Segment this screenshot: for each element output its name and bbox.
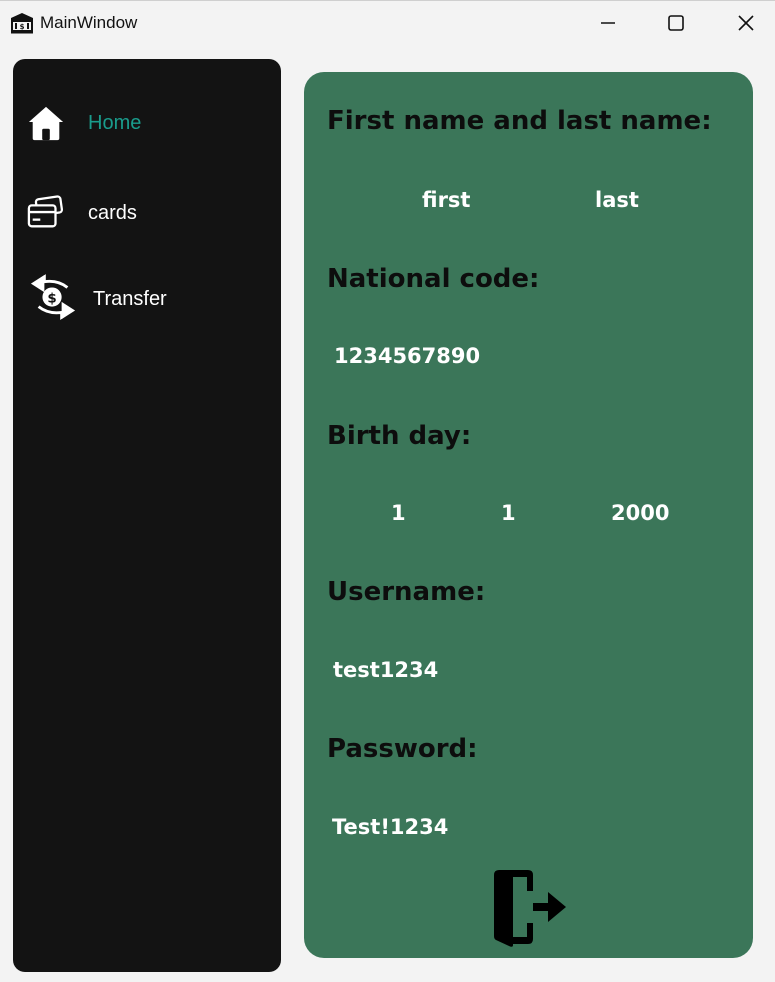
close-icon[interactable]: [734, 11, 758, 35]
maximize-icon[interactable]: [664, 11, 688, 35]
sidebar-item-label: cards: [88, 202, 137, 224]
svg-text:$: $: [47, 291, 56, 306]
home-icon: [28, 106, 64, 141]
sidebar-item-cards[interactable]: cards: [27, 190, 267, 234]
minimize-icon[interactable]: [596, 11, 620, 35]
password-label: Password:: [327, 734, 478, 764]
birth-year-value: 2000: [611, 501, 670, 525]
birth-month-value: 1: [501, 501, 516, 525]
window-title: MainWindow: [40, 13, 138, 32]
password-value: Test!1234: [332, 815, 449, 839]
sidebar-item-home[interactable]: Home: [27, 100, 267, 144]
money-transfer-icon: $: [30, 274, 76, 320]
username-value: test1234: [333, 658, 439, 682]
name-label: First name and last name:: [327, 106, 712, 136]
svg-text:$: $: [20, 23, 25, 31]
national-code-label: National code:: [327, 264, 540, 294]
profile-panel: First name and last name: first last Nat…: [304, 72, 753, 958]
bank-icon: $: [11, 13, 33, 34]
username-label: Username:: [327, 577, 486, 607]
title-bar: $ MainWindow: [0, 0, 775, 44]
sidebar: Home cards $ Transfer: [13, 59, 281, 972]
exit-door-icon[interactable]: [488, 867, 568, 947]
first-name-value: first: [422, 188, 471, 212]
sidebar-item-label: Transfer: [93, 288, 167, 310]
last-name-value: last: [595, 188, 639, 212]
national-code-value: 1234567890: [334, 344, 481, 368]
credit-card-icon: [27, 195, 64, 228]
sidebar-item-label: Home: [88, 112, 142, 134]
birth-day-value: 1: [391, 501, 406, 525]
birthday-label: Birth day:: [327, 421, 472, 451]
sidebar-item-transfer[interactable]: $ Transfer: [27, 274, 267, 320]
